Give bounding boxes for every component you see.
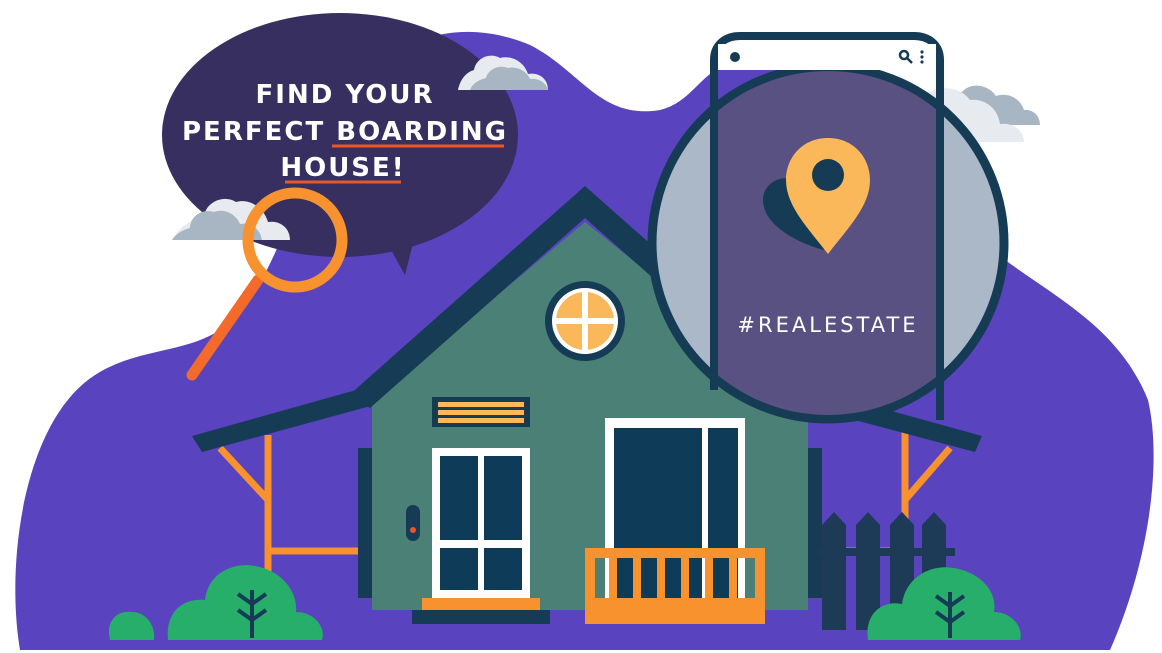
front-door	[432, 448, 530, 598]
headline-line-3: HOUSE!	[280, 153, 405, 183]
door-step	[422, 598, 540, 610]
big-window	[605, 418, 745, 610]
headline-word-perfect: PERFECT	[182, 117, 325, 147]
door-base	[412, 610, 550, 624]
right-shutter	[808, 448, 822, 598]
more-vertical-icon	[920, 50, 924, 64]
headline-line-2: PERFECT BOARDING	[182, 117, 508, 147]
door-lamp	[406, 505, 420, 541]
headline-line-1: FIND YOUR	[256, 80, 435, 110]
round-window	[545, 281, 625, 361]
vent	[432, 397, 530, 427]
illustration: FIND YOUR PERFECT BOARDING HOUSE! #REALE…	[15, 13, 1154, 651]
status-dot-icon	[730, 52, 740, 62]
left-shutter	[358, 448, 372, 598]
headline-word-boarding: BOARDING	[336, 117, 508, 147]
hashtag-text: #REALESTATE	[737, 313, 918, 337]
